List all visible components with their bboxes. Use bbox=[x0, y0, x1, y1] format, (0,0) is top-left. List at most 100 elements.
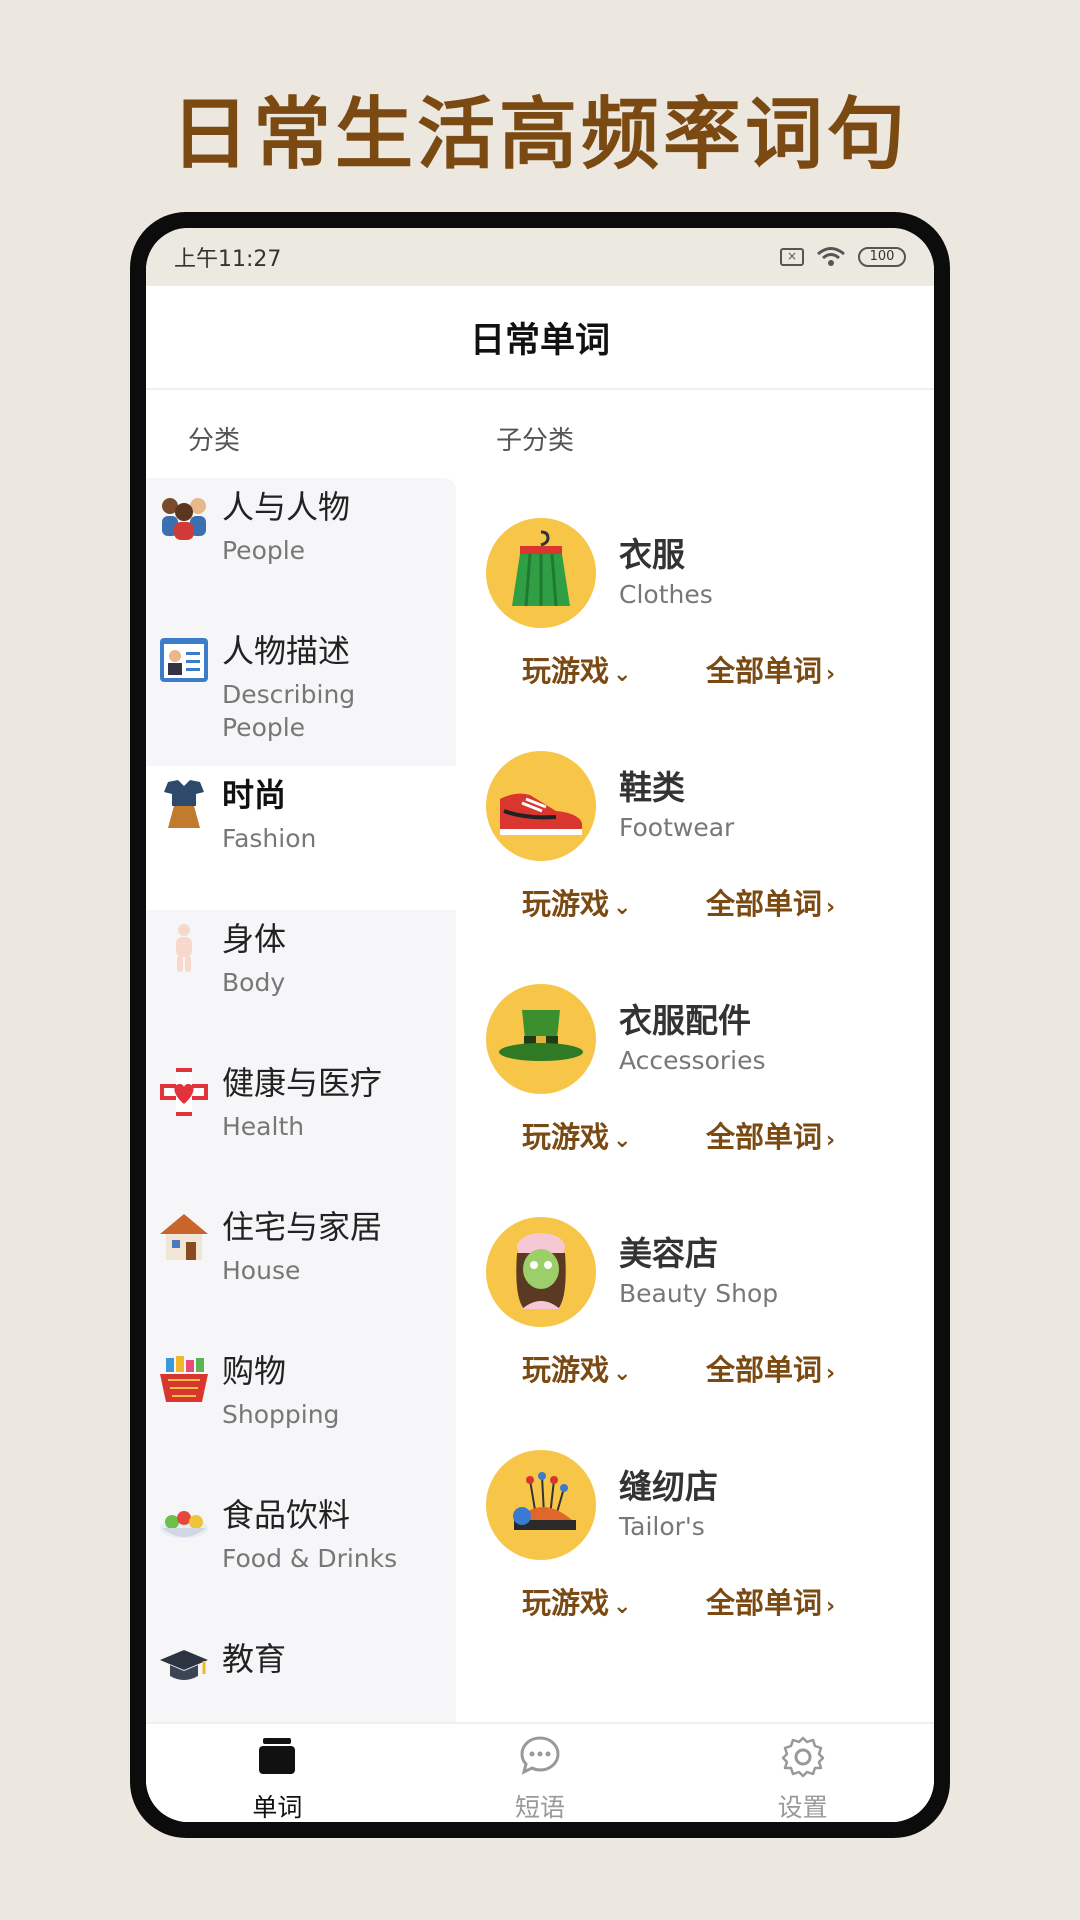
category-item-fashion[interactable]: 时尚 Fashion bbox=[146, 766, 456, 910]
fashion-icon bbox=[164, 780, 204, 828]
play-game-button[interactable]: 玩游戏 ⌄ bbox=[522, 1114, 631, 1156]
status-time: 上午11:27 bbox=[174, 247, 282, 272]
subcategory-card-clothes[interactable]: 衣服 Clothes 玩游戏 ⌄ 全部单词 › bbox=[486, 518, 906, 751]
category-sublabel: People bbox=[222, 536, 306, 565]
all-words-label: 全部单词 bbox=[706, 887, 823, 921]
category-label: 健康与医疗 bbox=[222, 1064, 383, 1102]
subcategory-label: 美容店 bbox=[619, 1234, 718, 1273]
category-item-food-drinks[interactable]: 食品饮料 Food & Drinks bbox=[146, 1486, 456, 1630]
tab-settings[interactable]: 设置 bbox=[671, 1724, 934, 1822]
category-item-education[interactable]: 教育 bbox=[146, 1630, 456, 1722]
status-bar: 上午11:27 × 100 bbox=[146, 228, 934, 286]
subcategory-sublabel: Tailor's bbox=[619, 1512, 705, 1541]
subcategory-icon-circle bbox=[486, 518, 596, 628]
category-label: 时尚 bbox=[222, 776, 287, 814]
status-icons: × 100 bbox=[780, 246, 906, 268]
chevron-right-icon: › bbox=[826, 1361, 836, 1386]
chevron-down-icon: ⌄ bbox=[613, 1594, 632, 1619]
all-words-label: 全部单词 bbox=[706, 654, 823, 688]
play-game-label: 玩游戏 bbox=[522, 1120, 610, 1154]
category-label: 购物 bbox=[222, 1352, 287, 1390]
health-icon bbox=[160, 1068, 208, 1116]
tab-label: 设置 bbox=[777, 1793, 828, 1822]
house-icon bbox=[160, 1214, 208, 1260]
category-item-health[interactable]: 健康与医疗 Health bbox=[146, 1054, 456, 1198]
chevron-down-icon: ⌄ bbox=[613, 662, 632, 687]
hat-icon bbox=[499, 1010, 583, 1061]
face-mask-icon bbox=[516, 1233, 566, 1309]
pincushion-icon bbox=[513, 1472, 576, 1530]
chevron-down-icon: ⌄ bbox=[613, 1361, 632, 1386]
subcategory-card-tailors[interactable]: 缝纫店 Tailor's 玩游戏 ⌄ 全部单词 › bbox=[486, 1450, 906, 1683]
category-sublabel: Food & Drinks bbox=[222, 1544, 398, 1573]
gear-icon bbox=[781, 1736, 824, 1778]
play-game-button[interactable]: 玩游戏 ⌄ bbox=[522, 648, 631, 690]
skirt-icon bbox=[512, 530, 570, 607]
tab-label: 单词 bbox=[252, 1793, 303, 1822]
category-sublabel: Fashion bbox=[222, 824, 317, 853]
page-title: 日常单词 bbox=[146, 286, 934, 390]
tab-phrases[interactable]: 短语 bbox=[409, 1724, 672, 1822]
category-label: 住宅与家居 bbox=[222, 1208, 383, 1246]
subcategory-icon-circle bbox=[486, 751, 596, 861]
food-icon bbox=[160, 1511, 208, 1538]
subcategory-label: 鞋类 bbox=[619, 768, 685, 807]
category-item-people[interactable]: 人与人物 People bbox=[146, 478, 456, 622]
play-game-label: 玩游戏 bbox=[522, 1353, 610, 1387]
subcategory-card-beauty-shop[interactable]: 美容店 Beauty Shop 玩游戏 ⌄ 全部单词 › bbox=[486, 1217, 906, 1450]
play-game-button[interactable]: 玩游戏 ⌄ bbox=[522, 1580, 631, 1622]
all-words-button[interactable]: 全部单词 › bbox=[706, 1114, 835, 1156]
play-game-button[interactable]: 玩游戏 ⌄ bbox=[522, 1347, 631, 1389]
all-words-button[interactable]: 全部单词 › bbox=[706, 1347, 835, 1389]
subcategory-sublabel: Clothes bbox=[619, 580, 713, 609]
subcategory-label: 缝纫店 bbox=[619, 1467, 718, 1506]
category-item-describing-people[interactable]: 人物描述 Describing People bbox=[146, 622, 456, 766]
chevron-right-icon: › bbox=[826, 1594, 836, 1619]
subcategory-sublabel: Beauty Shop bbox=[619, 1279, 779, 1308]
play-game-label: 玩游戏 bbox=[522, 654, 610, 688]
profile-card-icon bbox=[160, 638, 208, 682]
people-icon bbox=[162, 498, 206, 540]
category-sublabel: House bbox=[222, 1256, 301, 1285]
graduation-cap-icon bbox=[160, 1650, 208, 1680]
all-words-button[interactable]: 全部单词 › bbox=[706, 881, 835, 923]
subcategory-card-accessories[interactable]: 衣服配件 Accessories 玩游戏 ⌄ 全部单词 › bbox=[486, 984, 906, 1217]
play-game-label: 玩游戏 bbox=[522, 887, 610, 921]
chat-bubble-icon bbox=[520, 1736, 560, 1775]
category-sublabel: Health bbox=[222, 1112, 305, 1141]
subcategory-sublabel: Accessories bbox=[619, 1046, 766, 1075]
tab-label: 短语 bbox=[515, 1793, 566, 1822]
cards-icon bbox=[259, 1738, 296, 1774]
category-item-body[interactable]: 身体 Body bbox=[146, 910, 456, 1054]
sneaker-icon bbox=[500, 793, 582, 835]
category-sublabel: Describing People bbox=[222, 680, 356, 742]
promo-title: 日常生活高频率词句 bbox=[170, 90, 909, 180]
tab-words[interactable]: 单词 bbox=[146, 1724, 409, 1822]
app-screen: 上午11:27 × 100 日常单词 分类 子分类 人与人物 People 人物… bbox=[146, 228, 934, 1822]
category-sublabel: Shopping bbox=[222, 1400, 340, 1429]
all-words-button[interactable]: 全部单词 › bbox=[706, 1580, 835, 1622]
category-item-shopping[interactable]: 购物 Shopping bbox=[146, 1342, 456, 1486]
subcategory-label: 衣服 bbox=[619, 535, 685, 574]
all-words-button[interactable]: 全部单词 › bbox=[706, 648, 835, 690]
chevron-right-icon: › bbox=[826, 1128, 836, 1153]
category-column-header: 分类 bbox=[188, 426, 241, 456]
subcategory-sublabel: Footwear bbox=[619, 813, 735, 842]
all-words-label: 全部单词 bbox=[706, 1120, 823, 1154]
chevron-down-icon: ⌄ bbox=[613, 895, 632, 920]
category-list[interactable]: 人与人物 People 人物描述 Describing People 时尚 Fa… bbox=[146, 478, 456, 1722]
category-sublabel: Body bbox=[222, 968, 286, 997]
subcategory-icon-circle bbox=[486, 1217, 596, 1327]
category-item-house[interactable]: 住宅与家居 House bbox=[146, 1198, 456, 1342]
bottom-tab-bar: 单词 短语 设置 bbox=[146, 1722, 934, 1822]
chevron-right-icon: › bbox=[826, 895, 836, 920]
play-game-button[interactable]: 玩游戏 ⌄ bbox=[522, 881, 631, 923]
body-icon bbox=[176, 924, 192, 972]
play-game-label: 玩游戏 bbox=[522, 1586, 610, 1620]
category-label: 人物描述 bbox=[222, 632, 351, 670]
chevron-down-icon: ⌄ bbox=[613, 1128, 632, 1153]
subcategory-card-footwear[interactable]: 鞋类 Footwear 玩游戏 ⌄ 全部单词 › bbox=[486, 751, 906, 984]
subcategory-icon-circle bbox=[486, 984, 596, 1094]
all-words-label: 全部单词 bbox=[706, 1586, 823, 1620]
all-words-label: 全部单词 bbox=[706, 1353, 823, 1387]
